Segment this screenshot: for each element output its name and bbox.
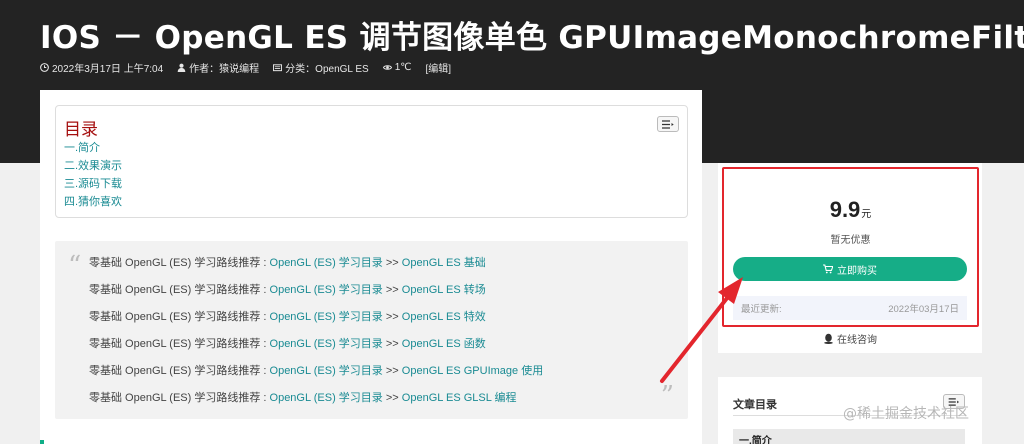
toc-item[interactable]: 四.猜你喜欢 [64,193,122,211]
last-updated-label: 最近更新: [741,304,782,315]
online-consult-label: 在线咨询 [837,335,877,346]
toc-toggle-button[interactable] [657,116,679,132]
cart-icon [823,264,833,274]
topic-link[interactable]: OpenGL ES 特效 [402,311,486,323]
buy-now-button[interactable]: 立即购买 [733,257,967,281]
list-icon [662,119,674,129]
accent-mark [40,440,44,444]
meta-views-text: 1℃ [394,62,412,73]
quote-prefix: 零基础 OpenGL (ES) 学习路线推荐 : [89,257,270,269]
quote-prefix: 零基础 OpenGL (ES) 学习路线推荐 : [89,311,270,323]
learning-catalog-link[interactable]: OpenGL (ES) 学习目录 [270,338,383,350]
sidebar-toc-title: 文章目录 [733,399,777,411]
toc-title: 目录 [64,120,98,140]
price-unit: 元 [861,209,872,220]
toc-item[interactable]: 一.简介 [64,139,122,157]
quote-line: 零基础 OpenGL (ES) 学习路线推荐 : OpenGL (ES) 学习目… [89,250,543,277]
quote-lines: 零基础 OpenGL (ES) 学习路线推荐 : OpenGL (ES) 学习目… [89,250,543,412]
meta-date-text: 2022年3月17日 上午7:04 [52,64,164,75]
watermark: @稀土掘金技术社区 [843,406,969,422]
open-quote-icon: “ [68,251,82,281]
quote-line: 零基础 OpenGL (ES) 学习路线推荐 : OpenGL (ES) 学习目… [89,358,543,385]
buy-now-label: 立即购买 [837,265,877,277]
meta-category: 分类：OpenGL ES [273,60,369,75]
price-value: 9.9 [829,197,861,222]
folder-icon [273,64,283,72]
edit-link[interactable]: [编辑] [426,60,452,75]
quote-prefix: 零基础 OpenGL (ES) 学习路线推荐 : [89,392,270,404]
quote-sep: >> [382,365,402,377]
quote-sep: >> [382,257,402,269]
eye-icon [382,65,392,70]
topic-link[interactable]: OpenGL ES GLSL 编程 [402,392,517,404]
page-title: IOS － OpenGL ES 调节图像单色 GPUImageMonochrom… [40,20,1024,56]
quote-sep: >> [382,392,402,404]
learning-catalog-link[interactable]: OpenGL (ES) 学习目录 [270,284,383,296]
quote-line: 零基础 OpenGL (ES) 学习路线推荐 : OpenGL (ES) 学习目… [89,385,543,412]
price: 9.9元 [724,197,977,223]
qq-icon [824,333,833,344]
quote-sep: >> [382,284,402,296]
quote-sep: >> [382,311,402,323]
meta-author-text[interactable]: 作者：猿说编程 [189,60,259,75]
learning-catalog-link[interactable]: OpenGL (ES) 学习目录 [270,392,383,404]
table-of-contents: 目录 一.简介 二.效果演示 三.源码下载 四.猜你喜欢 [55,105,688,218]
meta-date: 2022年3月17日 上午7:04 [40,60,163,75]
learning-catalog-link[interactable]: OpenGL (ES) 学习目录 [270,311,383,323]
quote-sep: >> [382,338,402,350]
quote-line: 零基础 OpenGL (ES) 学习路线推荐 : OpenGL (ES) 学习目… [89,331,543,358]
close-quote-icon: ” [660,381,674,411]
topic-link[interactable]: OpenGL ES GPUImage 使用 [402,365,543,377]
toc-list: 一.简介 二.效果演示 三.源码下载 四.猜你喜欢 [64,139,122,211]
meta-author: 作者：猿说编程 [177,60,259,75]
learning-catalog-link[interactable]: OpenGL (ES) 学习目录 [270,365,383,377]
clock-icon [40,63,49,72]
user-icon [177,63,186,72]
purchase-highlight-box: 9.9元 暂无优惠 立即购买 最近更新: 2022年03月17日 [722,167,979,327]
last-updated-date: 2022年03月17日 [888,304,959,315]
topic-link[interactable]: OpenGL ES 转场 [402,284,486,296]
article-body: 目录 一.简介 二.效果演示 三.源码下载 四.猜你喜欢 “ 零基础 OpenG… [40,90,702,444]
last-updated: 最近更新: 2022年03月17日 [733,296,967,320]
online-consult-link[interactable]: 在线咨询 [718,331,982,346]
toc-item[interactable]: 二.效果演示 [64,157,122,175]
meta-category-text[interactable]: 分类：OpenGL ES [285,60,369,75]
quote-prefix: 零基础 OpenGL (ES) 学习路线推荐 : [89,338,270,350]
quote-prefix: 零基础 OpenGL (ES) 学习路线推荐 : [89,284,270,296]
quote-line: 零基础 OpenGL (ES) 学习路线推荐 : OpenGL (ES) 学习目… [89,277,543,304]
topic-link[interactable]: OpenGL ES 基础 [402,257,486,269]
sidebar-toc-item[interactable]: 一.简介 [733,429,965,444]
quote-line: 零基础 OpenGL (ES) 学习路线推荐 : OpenGL (ES) 学习目… [89,304,543,331]
recommendation-quote: “ 零基础 OpenGL (ES) 学习路线推荐 : OpenGL (ES) 学… [55,241,688,419]
meta-views: 1℃ [382,60,412,75]
toc-item[interactable]: 三.源码下载 [64,175,122,193]
article-meta: 2022年3月17日 上午7:04 作者：猿说编程 分类：OpenGL ES 1… [40,60,451,75]
discount-status: 暂无优惠 [830,235,871,246]
learning-catalog-link[interactable]: OpenGL (ES) 学习目录 [270,257,383,269]
topic-link[interactable]: OpenGL ES 函数 [402,338,486,350]
quote-prefix: 零基础 OpenGL (ES) 学习路线推荐 : [89,365,270,377]
